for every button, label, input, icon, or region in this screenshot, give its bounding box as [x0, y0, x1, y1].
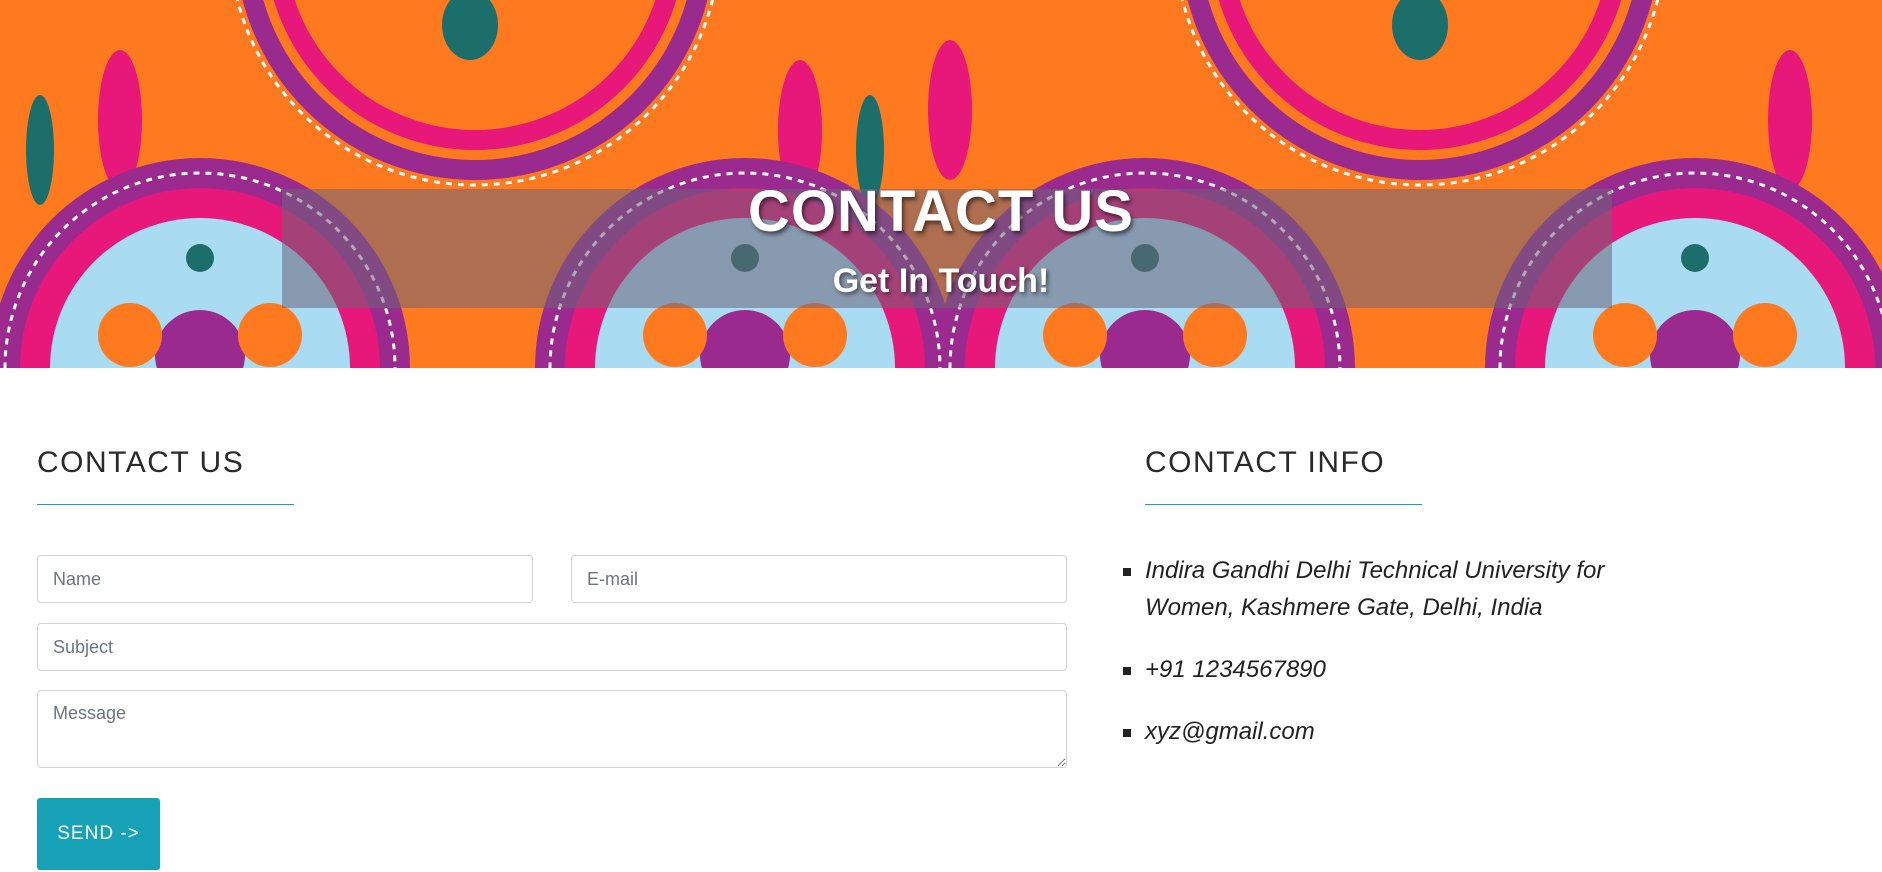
bullet-icon — [1123, 667, 1131, 675]
hero-banner: CONTACT US Get In Touch! — [0, 0, 1882, 368]
phone-text: +91 1234567890 — [1145, 656, 1326, 683]
send-button[interactable]: SEND -> — [37, 798, 160, 870]
message-textarea[interactable] — [37, 690, 1067, 768]
contact-info-heading-rule — [1145, 504, 1422, 505]
bullet-icon — [1123, 568, 1131, 576]
contact-info-phone: +91 1234567890 — [1123, 651, 1683, 688]
contact-info-address: Indira Gandhi Delhi Technical University… — [1123, 552, 1683, 626]
contact-form-heading: CONTACT US — [37, 446, 245, 479]
contact-form-heading-rule — [37, 504, 294, 505]
hero-title: CONTACT US — [748, 179, 1134, 244]
contact-info-email: xyz@gmail.com — [1123, 713, 1683, 750]
address-text: Indira Gandhi Delhi Technical University… — [1145, 557, 1605, 621]
contact-info-heading: CONTACT INFO — [1145, 446, 1386, 479]
name-input[interactable] — [37, 555, 533, 603]
email-text: xyz@gmail.com — [1145, 718, 1315, 745]
contact-info-list: Indira Gandhi Delhi Technical University… — [1123, 552, 1683, 775]
subject-input[interactable] — [37, 623, 1067, 671]
bullet-icon — [1123, 729, 1131, 737]
hero-subtitle: Get In Touch! — [832, 262, 1050, 300]
email-input[interactable] — [571, 555, 1067, 603]
